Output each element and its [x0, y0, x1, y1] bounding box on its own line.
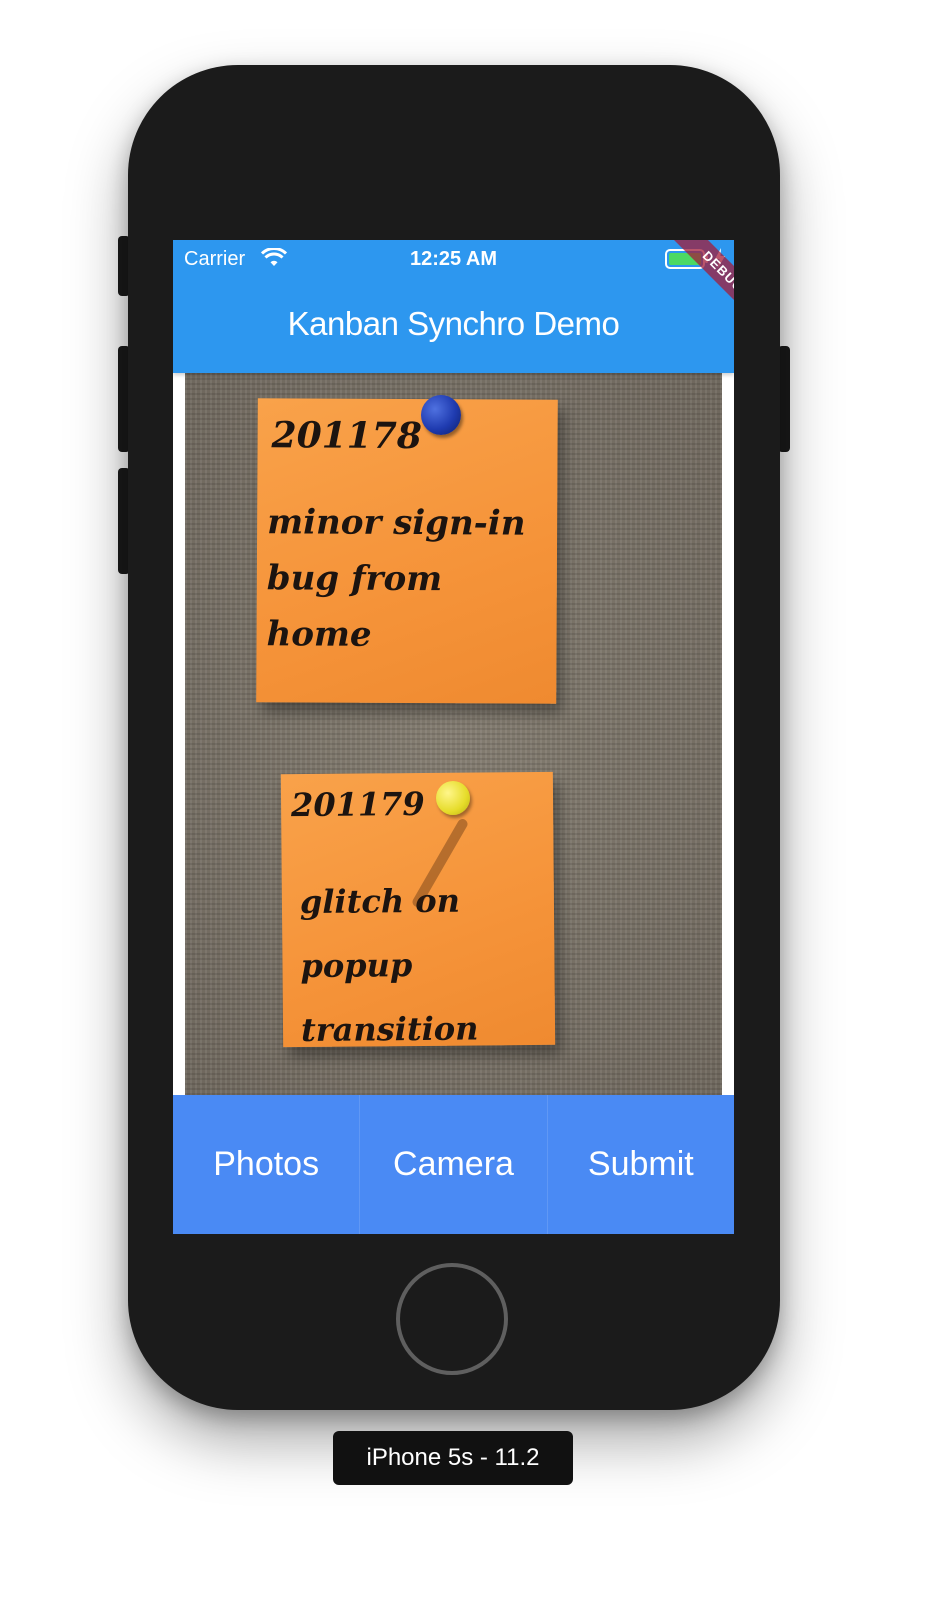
home-button[interactable]: [396, 1263, 508, 1375]
submit-button[interactable]: Submit: [548, 1095, 734, 1234]
app-title: Kanban Synchro Demo: [287, 305, 620, 342]
photos-button[interactable]: Photos: [173, 1095, 361, 1234]
note-id: 201179: [290, 784, 425, 825]
sticky-note: 201179 glitch on popup transition: [280, 771, 556, 1049]
note-text: minor sign-in bug from home: [266, 502, 526, 655]
status-time: 12:25 AM: [409, 248, 498, 270]
yellow-push-pin-icon: [436, 781, 470, 815]
selected-photo: 201178 minor sign-in bug from home 20117…: [185, 373, 722, 1095]
blue-push-pin-icon: [421, 395, 461, 435]
device-label: iPhone 5s - 11.2: [333, 1431, 573, 1485]
action-button-bar: Photos Camera Submit: [173, 1095, 734, 1234]
note-id: 201178: [271, 414, 423, 458]
sticky-note: 201178 minor sign-in bug from home: [256, 398, 558, 704]
simulator-stage: Carrier 12:25 AM Kanban Synchro Demo DEB…: [0, 0, 926, 1602]
camera-button[interactable]: Camera: [360, 1095, 548, 1234]
phone-screen: Carrier 12:25 AM Kanban Synchro Demo DEB…: [173, 240, 734, 1234]
app-bar: Carrier 12:25 AM Kanban Synchro Demo: [173, 240, 734, 373]
